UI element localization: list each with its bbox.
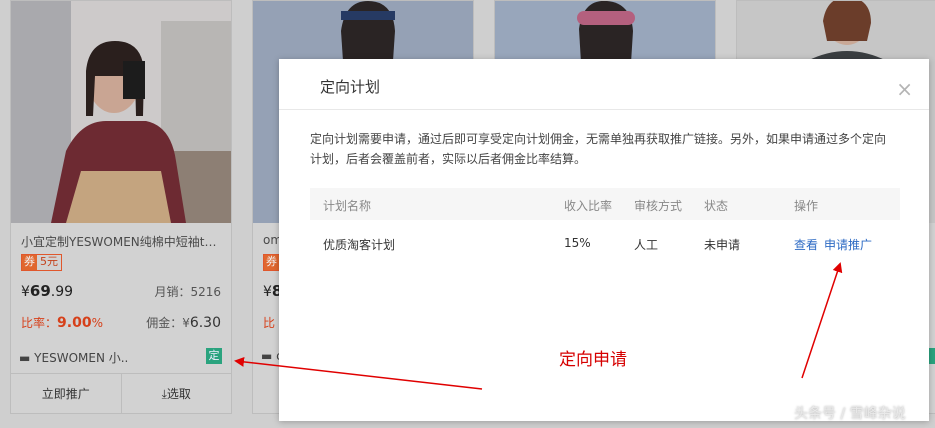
watermark: 头条号 / 雪峰杂说 <box>794 406 906 422</box>
annotation-arrows <box>234 262 843 390</box>
arrow-to-apply-link <box>801 262 843 379</box>
arrow-to-badge <box>234 356 483 390</box>
annotation-label: 定向申请 <box>559 350 627 370</box>
